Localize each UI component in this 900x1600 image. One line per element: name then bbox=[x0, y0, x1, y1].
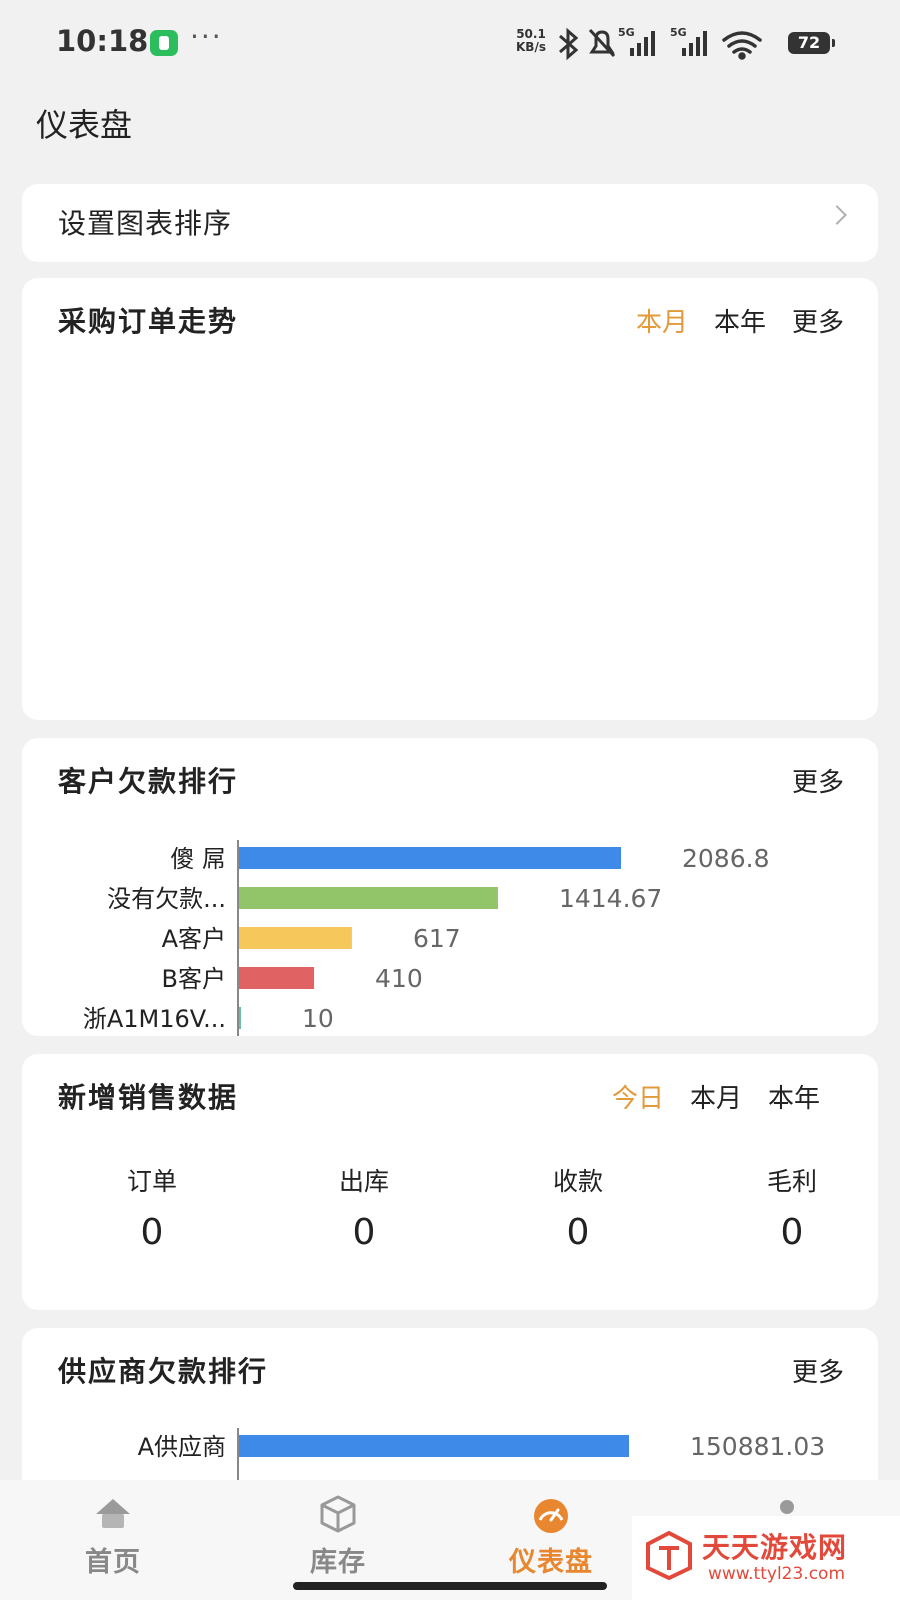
nav-home-label: 首页 bbox=[85, 1547, 141, 1578]
watermark: 天天游戏网 www.ttyl23.com bbox=[632, 1516, 900, 1600]
purchase-trend-tab-month[interactable]: 本月 bbox=[636, 302, 688, 339]
network-speed-unit: KB/s bbox=[516, 40, 546, 54]
page-title: 仪表盘 bbox=[36, 106, 133, 144]
watermark-title: 天天游戏网 bbox=[702, 1531, 848, 1564]
customer-debt-label: 浙A1M16V... bbox=[83, 1005, 226, 1033]
customer-debt-value: 617 bbox=[413, 924, 461, 953]
metric-outbound-value: 0 bbox=[352, 1212, 376, 1253]
home-icon bbox=[96, 1499, 130, 1528]
customer-debt-label: A客户 bbox=[162, 925, 226, 953]
supplier-debt-bar[interactable] bbox=[239, 1435, 629, 1457]
customer-debt-label: 傻 屌 bbox=[170, 845, 226, 873]
metric-gross-profit-label: 毛利 bbox=[766, 1167, 817, 1196]
supplier-debt-label: A供应商 bbox=[138, 1433, 226, 1461]
status-time: 10:18 bbox=[56, 24, 149, 58]
chart-sort-settings-row[interactable]: 设置图表排序 bbox=[22, 184, 878, 262]
purchase-trend-chart-area bbox=[52, 358, 848, 698]
customer-debt-bar[interactable] bbox=[239, 1007, 241, 1029]
watermark-logo-icon bbox=[646, 1530, 692, 1580]
customer-debt-value: 2086.8 bbox=[682, 844, 769, 873]
metric-receipts-value: 0 bbox=[566, 1212, 590, 1253]
customer-debt-bar[interactable] bbox=[239, 967, 315, 989]
chart-sort-settings-label: 设置图表排序 bbox=[58, 207, 233, 240]
nav-inventory-label: 库存 bbox=[310, 1547, 366, 1578]
metric-receipts[interactable]: 收款 0 bbox=[508, 1162, 648, 1253]
new-sales-title: 新增销售数据 bbox=[58, 1081, 239, 1114]
new-sales-tab-month[interactable]: 本月 bbox=[690, 1078, 742, 1115]
customer-debt-value: 410 bbox=[375, 964, 423, 993]
customer-debt-label: B客户 bbox=[162, 965, 226, 993]
signal-label-2: 5G bbox=[670, 26, 687, 39]
new-sales-tab-year[interactable]: 本年 bbox=[768, 1078, 820, 1115]
metric-outbound[interactable]: 出库 0 bbox=[294, 1162, 434, 1253]
new-sales-metrics: 订单 0 出库 0 收款 0 毛利 0 bbox=[22, 1162, 878, 1282]
customer-debt-label: 没有欠款... bbox=[107, 885, 226, 913]
signal-label-1: 5G bbox=[618, 26, 635, 39]
network-speed: 50.1 KB/s bbox=[516, 28, 546, 54]
supplier-debt-value: 150881.03 bbox=[690, 1432, 825, 1461]
customer-debt-card: 客户欠款排行 更多 傻 屌 2086.8 没有欠款... 1414.67 A客户 617 B… bbox=[22, 738, 878, 1036]
purchase-trend-title: 采购订单走势 bbox=[58, 305, 239, 338]
customer-debt-value: 1414.67 bbox=[559, 884, 662, 913]
battery-icon: 72 bbox=[788, 32, 835, 54]
bluetooth-icon bbox=[559, 27, 579, 61]
customer-debt-value: 10 bbox=[302, 1004, 334, 1033]
supplier-debt-chart: A供应商 150881.03 bbox=[138, 1428, 825, 1498]
customer-debt-chart: 傻 屌 2086.8 没有欠款... 1414.67 A客户 617 B客户 410 浙A1M1… bbox=[83, 840, 769, 1036]
nav-dashboard-label: 仪表盘 bbox=[509, 1547, 593, 1578]
new-sales-card: 新增销售数据 今日 本月 本年 订单 0 出库 0 收款 0 毛利 0 bbox=[22, 1054, 878, 1310]
metric-orders-label: 订单 bbox=[126, 1167, 177, 1196]
wifi-icon bbox=[722, 31, 762, 60]
chevron-right-icon bbox=[827, 205, 847, 225]
new-sales-tabs: 今日 本月 本年 bbox=[612, 1078, 820, 1115]
customer-debt-bar[interactable] bbox=[239, 887, 498, 909]
dashboard-gauge-icon bbox=[534, 1499, 568, 1533]
home-indicator[interactable] bbox=[293, 1582, 607, 1590]
purchase-trend-tab-year[interactable]: 本年 bbox=[714, 302, 766, 339]
signal-strength-icon-2: 5G bbox=[670, 26, 707, 56]
battery-saver-app-icon bbox=[150, 30, 178, 56]
purchase-trend-card: 采购订单走势 本月 本年 更多 bbox=[22, 278, 878, 720]
watermark-url: www.ttyl23.com bbox=[708, 1564, 846, 1584]
nav-home[interactable]: 首页 bbox=[28, 1480, 198, 1600]
purchase-trend-tab-more[interactable]: 更多 bbox=[792, 302, 844, 339]
new-sales-tab-today[interactable]: 今日 bbox=[612, 1078, 664, 1115]
more-notifications-icon: ··· bbox=[190, 20, 223, 53]
signal-strength-icon-1: 5G bbox=[618, 26, 655, 56]
metric-gross-profit-value: 0 bbox=[780, 1212, 804, 1253]
metric-orders-value: 0 bbox=[140, 1212, 164, 1253]
box-icon bbox=[320, 1495, 356, 1533]
customer-debt-bar[interactable] bbox=[239, 927, 352, 949]
mute-bell-icon bbox=[588, 28, 616, 58]
status-bar: 10:18 ··· 50.1 KB/s 5G 5G 72 bbox=[0, 0, 900, 86]
purchase-trend-tabs: 本月 本年 更多 bbox=[636, 302, 844, 339]
customer-debt-bar[interactable] bbox=[239, 847, 621, 869]
metric-orders[interactable]: 订单 0 bbox=[82, 1162, 222, 1253]
metric-receipts-label: 收款 bbox=[552, 1167, 603, 1196]
supplier-debt-card: 供应商欠款排行 更多 A供应商 150881.03 bbox=[22, 1328, 878, 1498]
metric-gross-profit[interactable]: 毛利 0 bbox=[722, 1162, 862, 1253]
metric-outbound-label: 出库 bbox=[338, 1167, 389, 1196]
